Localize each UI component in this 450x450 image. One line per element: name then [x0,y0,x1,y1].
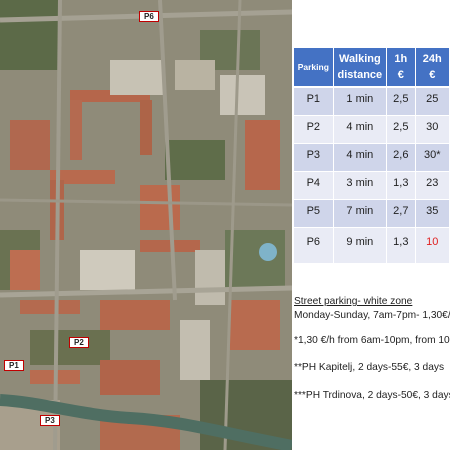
table-row: P3 4 min 2,6 30* [294,144,450,172]
page: P6 P2 P1 P3 Parking Walking distance 1h € … [0,0,450,450]
aerial-map[interactable]: P6 P2 P1 P3 [0,0,292,450]
cell-24h: 30 [415,116,450,144]
header-24h-price: 24h € [415,48,450,88]
table-row: P5 7 min 2,7 35 [294,200,450,228]
cell-parking: P2 [294,116,334,144]
table-row: P1 1 min 2,5 25 [294,88,450,116]
aerial-photo [0,0,292,450]
cell-1h: 2,5 [387,88,416,116]
cell-24h: 30* [415,144,450,172]
cell-parking: P4 [294,172,334,200]
cell-1h: 1,3 [387,228,416,264]
note-triple-asterisk: ***PH Trdinova, 2 days-50€, 3 days [294,390,450,401]
header-parking: Parking [294,48,334,88]
header-walking-distance: Walking distance [333,48,388,88]
parking-price-table: Parking Walking distance 1h € 24h € P1 1 mi… [294,48,450,264]
parking-notes: Street parking- white zone Monday-Sunday… [294,296,450,450]
note-single-asterisk: *1,30 €/h from 6am-10pm, from 10pm [294,335,450,346]
cell-walking: 3 min [333,172,388,200]
street-parking-hours: Monday-Sunday, 7am-7pm- 1,30€/h [294,310,450,321]
map-marker-p2[interactable]: P2 [69,337,89,348]
cell-walking: 7 min [333,200,388,228]
note-double-asterisk: **PH Kapitelj, 2 days-55€, 3 days [294,362,445,373]
map-marker-p1[interactable]: P1 [4,360,24,371]
table-row: P4 3 min 1,3 23 [294,172,450,200]
cell-24h: 25 [415,88,450,116]
cell-1h: 2,7 [387,200,416,228]
cell-24h: 35 [415,200,450,228]
cell-parking: P5 [294,200,334,228]
table-row: P2 4 min 2,5 30 [294,116,450,144]
cell-1h: 2,6 [387,144,416,172]
cell-walking: 4 min [333,116,388,144]
cell-24h-highlighted: 10 [415,228,450,264]
cell-parking: P1 [294,88,334,116]
cell-1h: 1,3 [387,172,416,200]
table-row: P6 9 min 1,3 10 [294,228,450,264]
header-1h-price: 1h € [387,48,416,88]
cell-24h: 23 [415,172,450,200]
cell-1h: 2,5 [387,116,416,144]
street-parking-title: Street parking- white zone [294,296,413,307]
cell-walking: 9 min [333,228,388,264]
map-marker-p3[interactable]: P3 [40,415,60,426]
cell-parking: P6 [294,228,334,264]
map-marker-p6[interactable]: P6 [139,11,159,22]
cell-walking: 1 min [333,88,388,116]
cell-walking: 4 min [333,144,388,172]
table-header-row: Parking Walking distance 1h € 24h € [294,48,450,88]
cell-parking: P3 [294,144,334,172]
